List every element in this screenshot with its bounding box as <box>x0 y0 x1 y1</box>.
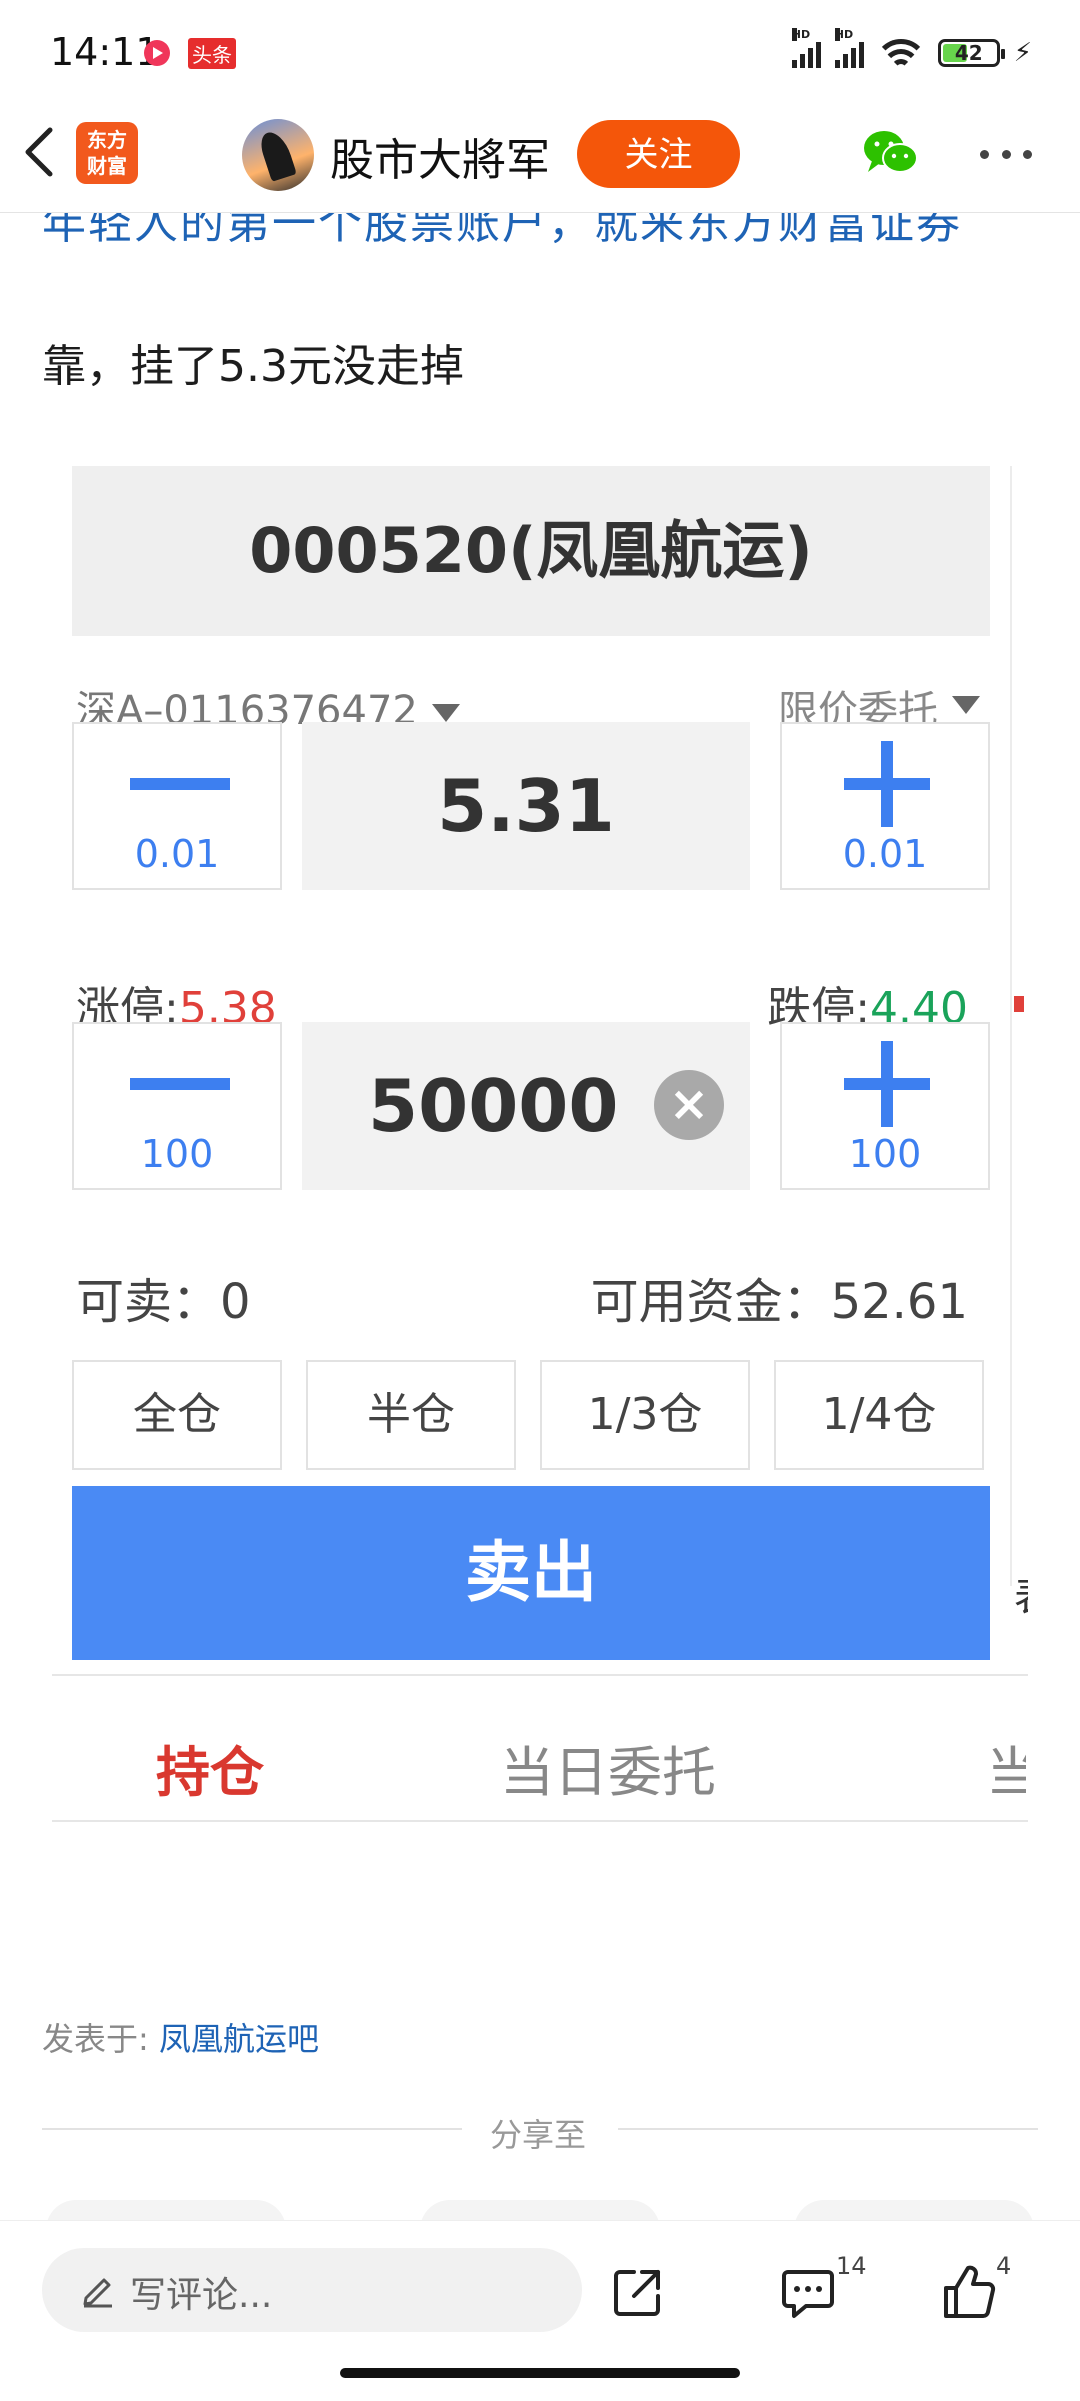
divider <box>618 2128 1038 2130</box>
like-icon[interactable] <box>940 2262 996 2320</box>
sellable-quantity: 可卖：0 <box>76 1274 251 1330</box>
position-half-button: 半仓 <box>306 1360 516 1470</box>
music-app-icon <box>144 40 170 66</box>
signal-icon: HD <box>791 28 821 68</box>
sell-button: 卖出 <box>72 1486 990 1660</box>
back-icon[interactable] <box>20 122 60 182</box>
like-count: 4 <box>996 2252 1012 2280</box>
forum-link[interactable]: 凤凰航运吧 <box>159 2020 319 2058</box>
tabs-divider <box>52 1820 1028 1822</box>
tabs-divider <box>52 1674 1028 1676</box>
comment-input[interactable] <box>42 2248 582 2332</box>
position-third-button: 1/3仓 <box>540 1360 750 1470</box>
quantity-plus-button: 100 <box>780 1022 990 1190</box>
post-text: 靠，挂了5.3元没走掉 <box>42 341 464 392</box>
posted-in: 发表于: 凤凰航运吧 <box>42 2020 319 2058</box>
price-minus-button: 0.01 <box>72 722 282 890</box>
comment-icon[interactable] <box>780 2264 836 2320</box>
red-marker <box>1014 996 1024 1012</box>
dropdown-arrow-icon <box>431 704 460 722</box>
signal-icon: HD <box>834 28 864 68</box>
trade-screenshot[interactable]: 000520(凤凰航运) 深A–0116376472 限价委托 0.01 5.3… <box>46 460 1028 1830</box>
avatar[interactable] <box>242 119 314 191</box>
news-app-badge: 头条 <box>188 38 236 69</box>
screenshot-edge <box>1010 466 1012 1586</box>
share-label: 分享至 <box>490 2116 587 2154</box>
more-icon[interactable] <box>980 150 1032 160</box>
quantity-minus-button: 100 <box>72 1022 282 1190</box>
status-icons: HD HD 42 ⚡ <box>791 28 1032 76</box>
tab-today-orders: 当日委托 <box>500 1741 716 1804</box>
divider <box>42 2128 462 2130</box>
clear-icon: × <box>654 1070 724 1140</box>
tab-holdings: 持仓 <box>156 1741 264 1804</box>
wifi-icon <box>877 37 924 69</box>
wechat-icon[interactable] <box>862 128 920 178</box>
follow-button[interactable]: 关注 <box>577 120 740 188</box>
minus-icon <box>130 778 230 790</box>
promo-banner-text[interactable]: 年轻人的第一个股票账户，就来东方财富证券 <box>42 213 962 251</box>
price-plus-button: 0.01 <box>780 722 990 890</box>
home-indicator[interactable] <box>340 2368 740 2378</box>
quantity-field: 50000 × <box>302 1022 750 1190</box>
charging-icon: ⚡ <box>1013 38 1032 68</box>
share-icon[interactable] <box>610 2264 666 2320</box>
stock-title: 000520(凤凰航运) <box>72 466 990 636</box>
comment-count: 14 <box>836 2252 867 2280</box>
eastmoney-logo[interactable]: 东方 财富 <box>76 122 138 184</box>
battery-icon: 42 <box>937 39 1005 67</box>
comment-placeholder[interactable]: 写评论... <box>130 2266 272 2318</box>
available-funds: 可用资金：52.61 <box>590 1274 968 1330</box>
minus-icon <box>130 1078 230 1090</box>
cutoff-text: 表 <box>1014 1564 1028 1622</box>
position-full-button: 全仓 <box>72 1360 282 1470</box>
position-quarter-button: 1/4仓 <box>774 1360 984 1470</box>
price-field: 5.31 <box>302 722 750 890</box>
username[interactable]: 股市大將军 <box>330 124 550 188</box>
pencil-icon <box>83 2278 112 2308</box>
tab-cutoff: 当 <box>986 1741 1026 1804</box>
dropdown-arrow-icon <box>952 696 980 714</box>
promo-banner[interactable]: 年轻人的第一个股票账户，就来东方财富证券 <box>0 213 1080 257</box>
status-bar: 14:11 头条 HD HD 42 ⚡ <box>0 0 1080 106</box>
